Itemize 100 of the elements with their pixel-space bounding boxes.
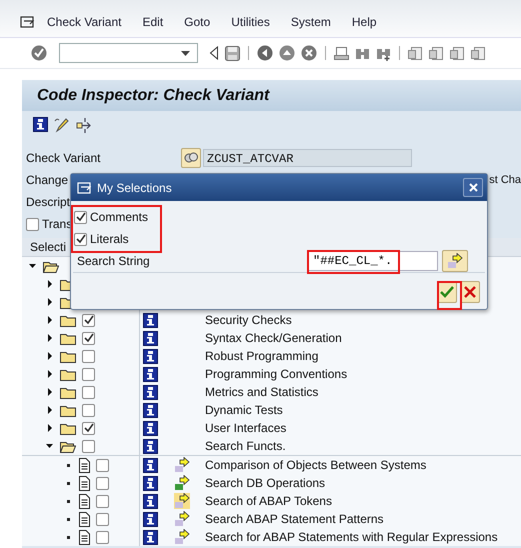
expanded-triangle-icon[interactable] xyxy=(46,442,54,450)
tree-item-label[interactable]: Search ABAP Statement Patterns xyxy=(205,512,384,526)
arrow-icon[interactable] xyxy=(174,475,190,491)
collapsed-triangle-icon[interactable] xyxy=(46,370,54,378)
folder-icon xyxy=(60,421,76,435)
checkbox[interactable] xyxy=(96,476,109,490)
dropdown-caret-icon[interactable] xyxy=(181,50,190,56)
menu-item[interactable]: System xyxy=(290,14,331,28)
info-icon[interactable] xyxy=(33,117,48,132)
info-icon[interactable] xyxy=(143,512,158,526)
menu-item[interactable]: Check Variant xyxy=(47,14,122,28)
arrow-icon[interactable] xyxy=(174,457,190,473)
tree-item-label[interactable]: Search for ABAP Statements with Regular Expressions xyxy=(205,530,498,544)
field-label: Check Variant xyxy=(26,151,102,165)
tree-item-label[interactable]: Security Checks xyxy=(205,313,292,327)
tree-item-label[interactable]: Search Functs. xyxy=(205,439,286,453)
checkbox[interactable] xyxy=(82,386,95,398)
folder-icon xyxy=(60,313,76,327)
collapsed-triangle-icon[interactable] xyxy=(46,334,54,342)
info-icon[interactable] xyxy=(143,420,158,436)
tree-item-label[interactable]: User Interfaces xyxy=(205,421,286,435)
checkbox[interactable] xyxy=(96,530,109,544)
folder-icon xyxy=(60,385,76,399)
tree-item-label[interactable]: Comparison of Objects Between Systems xyxy=(205,458,426,472)
collapsed-triangle-icon[interactable] xyxy=(46,298,54,306)
checkbox[interactable] xyxy=(82,404,95,416)
info-icon[interactable] xyxy=(143,330,158,346)
checkbox[interactable] xyxy=(82,368,95,380)
cancel-circle-icon[interactable] xyxy=(301,45,317,61)
checkbox[interactable] xyxy=(82,332,95,344)
cancel-button[interactable] xyxy=(460,281,480,303)
checkbox[interactable] xyxy=(74,210,87,224)
info-icon[interactable] xyxy=(143,438,158,454)
document-icon xyxy=(78,512,90,526)
page-icon[interactable] xyxy=(450,46,465,60)
printer-icon[interactable] xyxy=(334,46,349,60)
check-icon[interactable] xyxy=(31,45,47,61)
collapsed-triangle-icon[interactable] xyxy=(46,316,54,324)
checkbox[interactable] xyxy=(96,458,109,472)
collapsed-triangle-icon[interactable] xyxy=(46,280,54,288)
info-icon[interactable] xyxy=(143,402,158,418)
checkbox-label: Comments xyxy=(90,210,148,224)
field-label: Change xyxy=(26,173,70,187)
tree-item-label[interactable]: Robust Programming xyxy=(205,349,318,363)
variant-button[interactable] xyxy=(181,148,201,168)
menu-icon[interactable] xyxy=(20,14,34,28)
checkbox[interactable] xyxy=(82,314,95,326)
expanded-triangle-icon[interactable] xyxy=(29,262,37,270)
info-icon[interactable] xyxy=(143,458,158,472)
checkbox[interactable] xyxy=(96,512,109,526)
arrow-icon xyxy=(447,253,463,269)
arrow-icon[interactable] xyxy=(174,511,190,527)
collapsed-triangle-icon[interactable] xyxy=(46,424,54,432)
info-icon[interactable] xyxy=(143,476,158,490)
folder-icon xyxy=(60,367,76,381)
collapsed-triangle-icon[interactable] xyxy=(46,352,54,360)
info-icon[interactable] xyxy=(143,348,158,364)
check-icon xyxy=(440,286,454,298)
tree-item-label[interactable]: Dynamic Tests xyxy=(205,403,283,417)
info-icon[interactable] xyxy=(143,530,158,544)
info-icon[interactable] xyxy=(143,494,158,508)
folder-icon xyxy=(60,439,76,453)
checkbox[interactable] xyxy=(26,218,39,230)
check-variant-field[interactable]: ZCUST_ATCVAR xyxy=(203,149,412,167)
checkbox[interactable] xyxy=(74,232,87,246)
page-icon[interactable] xyxy=(429,46,444,60)
checkbox[interactable] xyxy=(82,422,95,434)
arrows-icon[interactable] xyxy=(76,116,92,132)
checkbox[interactable] xyxy=(82,350,95,362)
tree-item-label[interactable]: Search of ABAP Tokens xyxy=(205,494,332,508)
up-circle-icon[interactable] xyxy=(279,45,295,61)
close-button[interactable] xyxy=(463,178,483,197)
tree-item-label[interactable]: Syntax Check/Generation xyxy=(205,331,342,345)
checkbox[interactable] xyxy=(96,494,109,508)
page-icon[interactable] xyxy=(408,46,423,60)
menu-item[interactable]: Goto xyxy=(184,14,210,28)
back-circle-icon[interactable] xyxy=(257,45,273,61)
tree-item-label[interactable]: Metrics and Statistics xyxy=(205,385,318,399)
triangle-left-icon[interactable] xyxy=(209,46,219,60)
menu-item[interactable]: Edit xyxy=(142,14,164,28)
menu-item[interactable]: Utilities xyxy=(231,14,270,28)
collapsed-triangle-icon[interactable] xyxy=(46,388,54,396)
tree-item-label[interactable]: Search DB Operations xyxy=(205,476,326,490)
multiple-selection-button[interactable] xyxy=(442,250,468,272)
document-icon xyxy=(78,458,90,472)
info-icon[interactable] xyxy=(143,312,158,328)
tree-item-label[interactable]: Programming Conventions xyxy=(205,367,348,381)
page-icon[interactable] xyxy=(471,46,486,60)
command-field[interactable] xyxy=(59,43,198,63)
info-icon[interactable] xyxy=(143,384,158,400)
highlight-frame xyxy=(437,281,462,310)
info-icon[interactable] xyxy=(143,366,158,382)
collapsed-triangle-icon[interactable] xyxy=(46,406,54,414)
search-string-field[interactable]: "##EC_CL_*. xyxy=(307,251,438,271)
menu-item[interactable]: Help xyxy=(352,14,377,28)
pencil-icon[interactable] xyxy=(54,116,70,132)
arrow-icon[interactable] xyxy=(174,529,190,545)
folder-icon xyxy=(60,349,76,363)
checkbox[interactable] xyxy=(82,440,95,452)
dialog-title: My Selections xyxy=(97,180,172,194)
